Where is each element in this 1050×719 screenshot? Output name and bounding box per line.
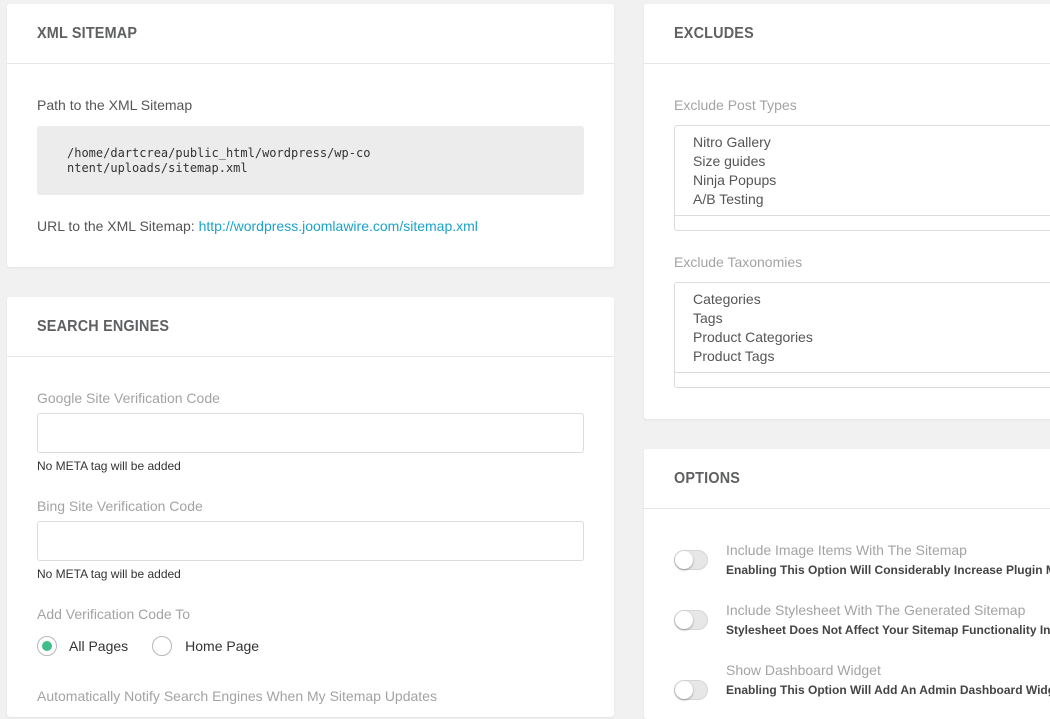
- taxonomy-option[interactable]: Categories: [693, 290, 1050, 309]
- taxonomy-option[interactable]: Tags: [693, 309, 1050, 328]
- post-type-option[interactable]: Ninja Popups: [693, 171, 1050, 190]
- dashboard-widget-toggle[interactable]: [674, 680, 708, 700]
- excludes-header: EXCLUDES: [644, 4, 1050, 64]
- options-card: OPTIONS Include Image Items With The Sit…: [644, 449, 1050, 719]
- google-verification-hint: No META tag will be added: [37, 459, 181, 473]
- bing-verification-hint: No META tag will be added: [37, 567, 181, 581]
- sitemap-url-label: URL to the XML Sitemap:: [37, 218, 199, 234]
- search-engines-header: SEARCH ENGINES: [7, 297, 614, 357]
- xml-sitemap-title: XML SITEMAP: [37, 24, 138, 42]
- google-verification-label: Google Site Verification Code: [37, 390, 220, 406]
- all-pages-radio[interactable]: [37, 636, 57, 656]
- google-verification-input[interactable]: [37, 413, 584, 453]
- options-title: OPTIONS: [674, 469, 741, 487]
- include-images-toggle[interactable]: [674, 550, 708, 570]
- sitemap-url-row: URL to the XML Sitemap: http://wordpress…: [37, 218, 478, 234]
- all-pages-label[interactable]: All Pages: [69, 638, 128, 654]
- xml-sitemap-header: XML SITEMAP: [7, 4, 614, 64]
- exclude-taxonomies-list[interactable]: Categories Tags Product Categories Produ…: [674, 282, 1050, 388]
- taxonomy-option[interactable]: Product Tags: [693, 347, 1050, 366]
- taxonomy-option[interactable]: Product Categories: [693, 328, 1050, 347]
- dashboard-widget-desc: Enabling This Option Will Add An Admin D…: [726, 683, 1050, 697]
- add-verification-label: Add Verification Code To: [37, 606, 191, 622]
- search-engines-title: SEARCH ENGINES: [37, 317, 170, 335]
- home-page-radio[interactable]: [152, 636, 173, 656]
- exclude-taxonomies-label: Exclude Taxonomies: [674, 254, 803, 270]
- include-images-title: Include Image Items With The Sitemap: [726, 542, 967, 558]
- bing-verification-input[interactable]: [37, 521, 584, 561]
- include-stylesheet-toggle[interactable]: [674, 610, 708, 630]
- dashboard-widget-title: Show Dashboard Widget: [726, 662, 881, 678]
- sitemap-path-label: Path to the XML Sitemap: [37, 97, 193, 113]
- excludes-title: EXCLUDES: [674, 24, 754, 42]
- exclude-post-types-list[interactable]: Nitro Gallery Size guides Ninja Popups A…: [674, 125, 1050, 231]
- search-engines-card: SEARCH ENGINES Google Site Verification …: [7, 297, 614, 717]
- post-type-option[interactable]: Nitro Gallery: [693, 133, 1050, 152]
- notify-search-engines-label: Automatically Notify Search Engines When…: [37, 688, 437, 704]
- include-images-desc: Enabling This Option Will Considerably I…: [726, 563, 1050, 577]
- home-page-label[interactable]: Home Page: [185, 638, 259, 654]
- exclude-post-types-label: Exclude Post Types: [674, 97, 797, 113]
- add-verification-options: All Pages Home Page: [37, 636, 259, 656]
- post-type-option[interactable]: Size guides: [693, 152, 1050, 171]
- bing-verification-label: Bing Site Verification Code: [37, 498, 203, 514]
- sitemap-url-link[interactable]: http://wordpress.joomlawire.com/sitemap.…: [199, 218, 478, 234]
- post-type-option[interactable]: A/B Testing: [693, 190, 1050, 209]
- excludes-card: EXCLUDES Exclude Post Types Nitro Galler…: [644, 4, 1050, 419]
- include-stylesheet-desc: Stylesheet Does Not Affect Your Sitemap …: [726, 623, 1050, 637]
- include-stylesheet-title: Include Stylesheet With The Generated Si…: [726, 602, 1026, 618]
- sitemap-path-value: /home/dartcrea/public_html/wordpress/wp-…: [37, 126, 584, 195]
- options-header: OPTIONS: [644, 449, 1050, 509]
- xml-sitemap-card: XML SITEMAP Path to the XML Sitemap /hom…: [7, 4, 614, 267]
